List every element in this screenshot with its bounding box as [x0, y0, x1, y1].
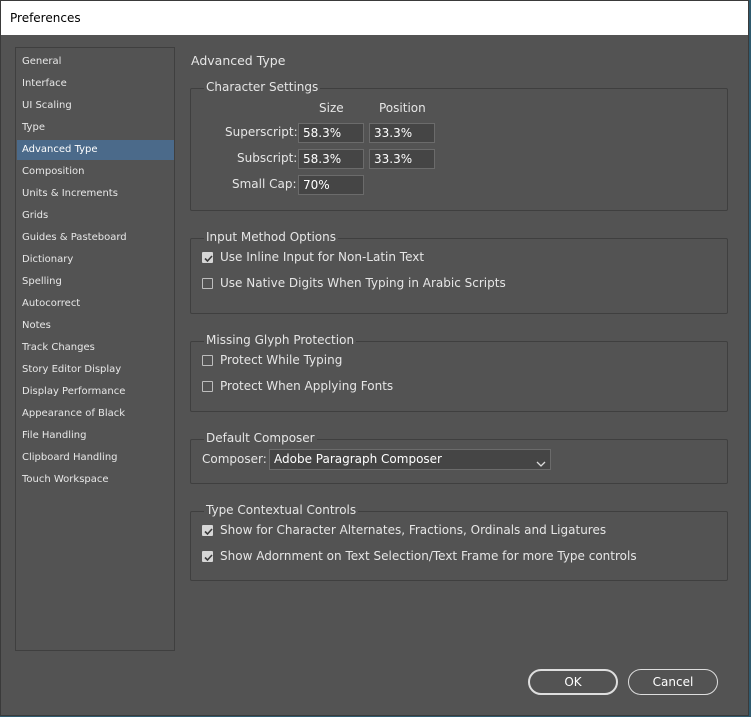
subscript-size-field[interactable] — [298, 149, 364, 169]
composer-value: Adobe Paragraph Composer — [274, 452, 442, 466]
type-contextual-group — [190, 511, 728, 581]
sidebar-item-interface[interactable]: Interface — [17, 74, 174, 94]
sidebar-item-display-performance[interactable]: Display Performance — [17, 382, 174, 402]
missing-glyph-title: Missing Glyph Protection — [204, 333, 357, 347]
sidebar-item-guides-pasteboard[interactable]: Guides & Pasteboard — [17, 228, 174, 248]
sidebar-item-ui-scaling[interactable]: UI Scaling — [17, 96, 174, 116]
sidebar-item-spelling[interactable]: Spelling — [17, 272, 174, 292]
inline-input-checkbox[interactable] — [202, 252, 213, 263]
protect-applying-fonts-label: Protect When Applying Fonts — [220, 379, 394, 393]
sidebar-item-appearance-of-black[interactable]: Appearance of Black — [17, 404, 174, 424]
missing-glyph-group — [190, 341, 728, 412]
sidebar-item-touch-workspace[interactable]: Touch Workspace — [17, 470, 174, 490]
page-title: Advanced Type — [191, 53, 286, 68]
sidebar-item-story-editor-display[interactable]: Story Editor Display — [17, 360, 174, 380]
inline-input-label: Use Inline Input for Non-Latin Text — [220, 250, 425, 264]
position-column-header: Position — [379, 101, 426, 115]
sidebar-item-units-increments[interactable]: Units & Increments — [17, 184, 174, 204]
default-composer-title: Default Composer — [204, 431, 317, 445]
sidebar-item-clipboard-handling[interactable]: Clipboard Handling — [17, 448, 174, 468]
composer-select[interactable]: Adobe Paragraph Composer — [269, 449, 551, 470]
sidebar-item-general[interactable]: General — [17, 52, 174, 72]
superscript-size-field[interactable] — [298, 123, 364, 143]
sidebar: General Interface UI Scaling Type Advanc… — [15, 47, 175, 651]
ok-button[interactable]: OK — [528, 669, 618, 695]
native-digits-label: Use Native Digits When Typing in Arabic … — [220, 276, 506, 290]
subscript-position-field[interactable] — [369, 149, 435, 169]
sidebar-item-advanced-type[interactable]: Advanced Type — [17, 140, 174, 160]
character-settings-title: Character Settings — [204, 80, 321, 94]
superscript-position-field[interactable] — [369, 123, 435, 143]
character-alternates-checkbox[interactable] — [202, 525, 213, 536]
sidebar-item-composition[interactable]: Composition — [17, 162, 174, 182]
small-cap-size-field[interactable] — [298, 175, 364, 195]
composer-label: Composer: — [202, 452, 267, 466]
input-method-title: Input Method Options — [204, 230, 339, 244]
type-contextual-title: Type Contextual Controls — [204, 503, 359, 517]
superscript-label: Superscript: — [225, 125, 298, 139]
native-digits-checkbox[interactable] — [202, 278, 213, 289]
show-adornment-checkbox[interactable] — [202, 551, 213, 562]
small-cap-label: Small Cap: — [232, 177, 297, 191]
cancel-button[interactable]: Cancel — [628, 669, 718, 695]
protect-while-typing-checkbox[interactable] — [202, 355, 213, 366]
show-adornment-label: Show Adornment on Text Selection/Text Fr… — [220, 549, 637, 563]
window-title: Preferences — [10, 11, 81, 25]
preferences-dialog: Preferences General Interface UI Scaling… — [0, 0, 749, 716]
subscript-label: Subscript: — [237, 151, 298, 165]
sidebar-item-type[interactable]: Type — [17, 118, 174, 138]
sidebar-item-file-handling[interactable]: File Handling — [17, 426, 174, 446]
character-settings-group — [190, 88, 728, 211]
sidebar-item-notes[interactable]: Notes — [17, 316, 174, 336]
sidebar-item-autocorrect[interactable]: Autocorrect — [17, 294, 174, 314]
title-bar[interactable]: Preferences — [1, 1, 748, 35]
protect-applying-fonts-checkbox[interactable] — [202, 381, 213, 392]
protect-while-typing-label: Protect While Typing — [220, 353, 343, 367]
sidebar-item-grids[interactable]: Grids — [17, 206, 174, 226]
sidebar-item-dictionary[interactable]: Dictionary — [17, 250, 174, 270]
chevron-down-icon — [536, 455, 546, 474]
sidebar-item-track-changes[interactable]: Track Changes — [17, 338, 174, 358]
character-alternates-label: Show for Character Alternates, Fractions… — [220, 523, 607, 537]
size-column-header: Size — [319, 101, 344, 115]
